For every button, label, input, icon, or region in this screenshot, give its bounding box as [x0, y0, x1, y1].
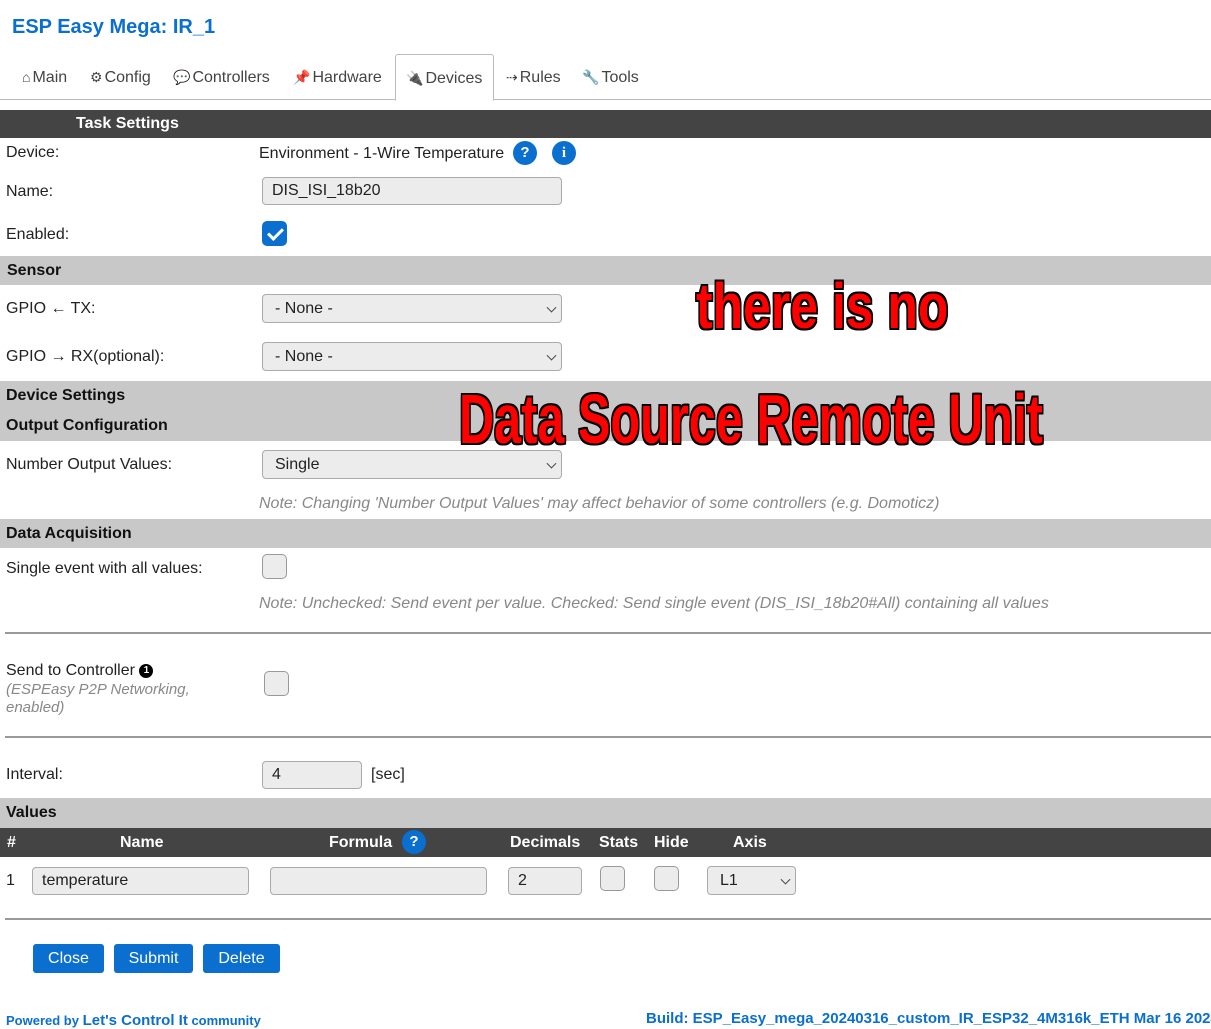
col-hide: Hide: [654, 834, 689, 851]
home-icon: ⌂: [22, 69, 31, 85]
send-controller-sub2: enabled): [6, 699, 65, 716]
values-header: Values: [0, 798, 1211, 828]
footer-build: Build: ESP_Easy_mega_20240316_custom_IR_…: [646, 1010, 1211, 1027]
tab-devices[interactable]: 🔌 Devices: [395, 54, 494, 101]
task-name-input[interactable]: DIS_ISI_18b20: [262, 177, 562, 205]
output-config-title: Output Configuration: [6, 417, 168, 434]
send-controller-label: Send to Controller 1: [6, 662, 154, 680]
interval-label: Interval:: [6, 766, 63, 783]
enabled-checkbox[interactable]: [262, 221, 287, 246]
tab-config[interactable]: ⚙ Config: [80, 54, 161, 100]
chat-icon: 💬: [173, 69, 191, 85]
arrow-icon: ⇢: [506, 69, 518, 85]
value-axis-select[interactable]: L1: [707, 866, 796, 895]
single-event-checkbox[interactable]: [262, 554, 287, 579]
gear-icon: ⚙: [90, 69, 103, 85]
main-tabs: ⌂ Main ⚙ Config 💬 Controllers 📌 Hardware 🔌 De…: [0, 54, 1211, 101]
annotation-line-1: there is no: [696, 270, 949, 342]
col-num: #: [7, 834, 16, 851]
annotation-line-2: Data Source Remote Unit: [459, 380, 1043, 458]
submit-button[interactable]: Submit: [114, 944, 193, 973]
send-controller-checkbox[interactable]: [264, 671, 289, 696]
tab-main[interactable]: ⌂ Main: [12, 54, 77, 100]
single-event-label: Single event with all values:: [6, 560, 203, 577]
footer-powered-by: Powered by Let's Control It community: [6, 1012, 261, 1029]
divider: [5, 736, 1211, 738]
close-button[interactable]: Close: [33, 944, 104, 973]
info-badge-icon: 1: [139, 664, 154, 678]
tab-rules[interactable]: ⇢ Rules: [496, 54, 571, 100]
value-stats-checkbox[interactable]: [600, 866, 625, 891]
interval-input[interactable]: 4: [262, 761, 362, 789]
chevron-down-icon: [780, 874, 791, 885]
name-label: Name:: [6, 183, 54, 200]
gpio-tx-label: GPIO ← TX:: [6, 300, 96, 317]
device-label: Device:: [6, 144, 60, 161]
col-name: Name: [120, 834, 164, 851]
gpio-rx-label: GPIO → RX(optional):: [6, 348, 165, 365]
value-decimals-input[interactable]: 2: [508, 867, 582, 895]
info-icon[interactable]: i: [552, 141, 576, 165]
single-event-note: Note: Unchecked: Send event per value. C…: [259, 595, 1049, 612]
send-controller-sub1: (ESPEasy P2P Networking,: [6, 681, 190, 698]
page-title: ESP Easy Mega: IR_1: [12, 16, 216, 38]
wrench-icon: 🔧: [582, 69, 600, 85]
enabled-label: Enabled:: [6, 226, 70, 243]
divider: [5, 918, 1211, 920]
data-acquisition-header: Data Acquisition: [0, 519, 1211, 548]
chevron-down-icon: [546, 458, 557, 469]
divider: [5, 632, 1211, 634]
plug-icon: 🔌: [406, 70, 424, 86]
formula-help-icon[interactable]: ?: [402, 830, 426, 854]
interval-unit: [sec]: [371, 766, 405, 783]
col-formula: Formula: [329, 834, 393, 851]
col-axis: Axis: [733, 834, 767, 851]
help-icon[interactable]: ?: [513, 141, 537, 165]
delete-button[interactable]: Delete: [203, 944, 280, 973]
footer-link[interactable]: Let's Control It: [83, 1012, 188, 1029]
device-value: Environment - 1-Wire Temperature: [259, 145, 505, 162]
device-settings-title: Device Settings: [6, 387, 126, 404]
value-formula-input[interactable]: [270, 867, 487, 895]
sensor-header: Sensor: [0, 256, 1211, 285]
chevron-down-icon: [546, 350, 557, 361]
col-stats: Stats: [599, 834, 639, 851]
col-decimals: Decimals: [510, 834, 581, 851]
tab-hardware[interactable]: 📌 Hardware: [283, 54, 392, 100]
chevron-down-icon: [546, 302, 557, 313]
value-name-input[interactable]: temperature: [32, 867, 249, 895]
gpio-tx-select[interactable]: - None -: [262, 294, 562, 323]
num-output-note: Note: Changing 'Number Output Values' ma…: [259, 495, 940, 512]
pin-icon: 📌: [293, 69, 311, 85]
value-hide-checkbox[interactable]: [654, 866, 679, 891]
tab-tools[interactable]: 🔧 Tools: [572, 54, 649, 100]
task-settings-header: Task Settings: [0, 110, 1211, 138]
value-row-num: 1: [6, 872, 15, 889]
tab-controllers[interactable]: 💬 Controllers: [163, 54, 280, 100]
num-output-label: Number Output Values:: [6, 456, 173, 473]
gpio-rx-select[interactable]: - None -: [262, 342, 562, 371]
